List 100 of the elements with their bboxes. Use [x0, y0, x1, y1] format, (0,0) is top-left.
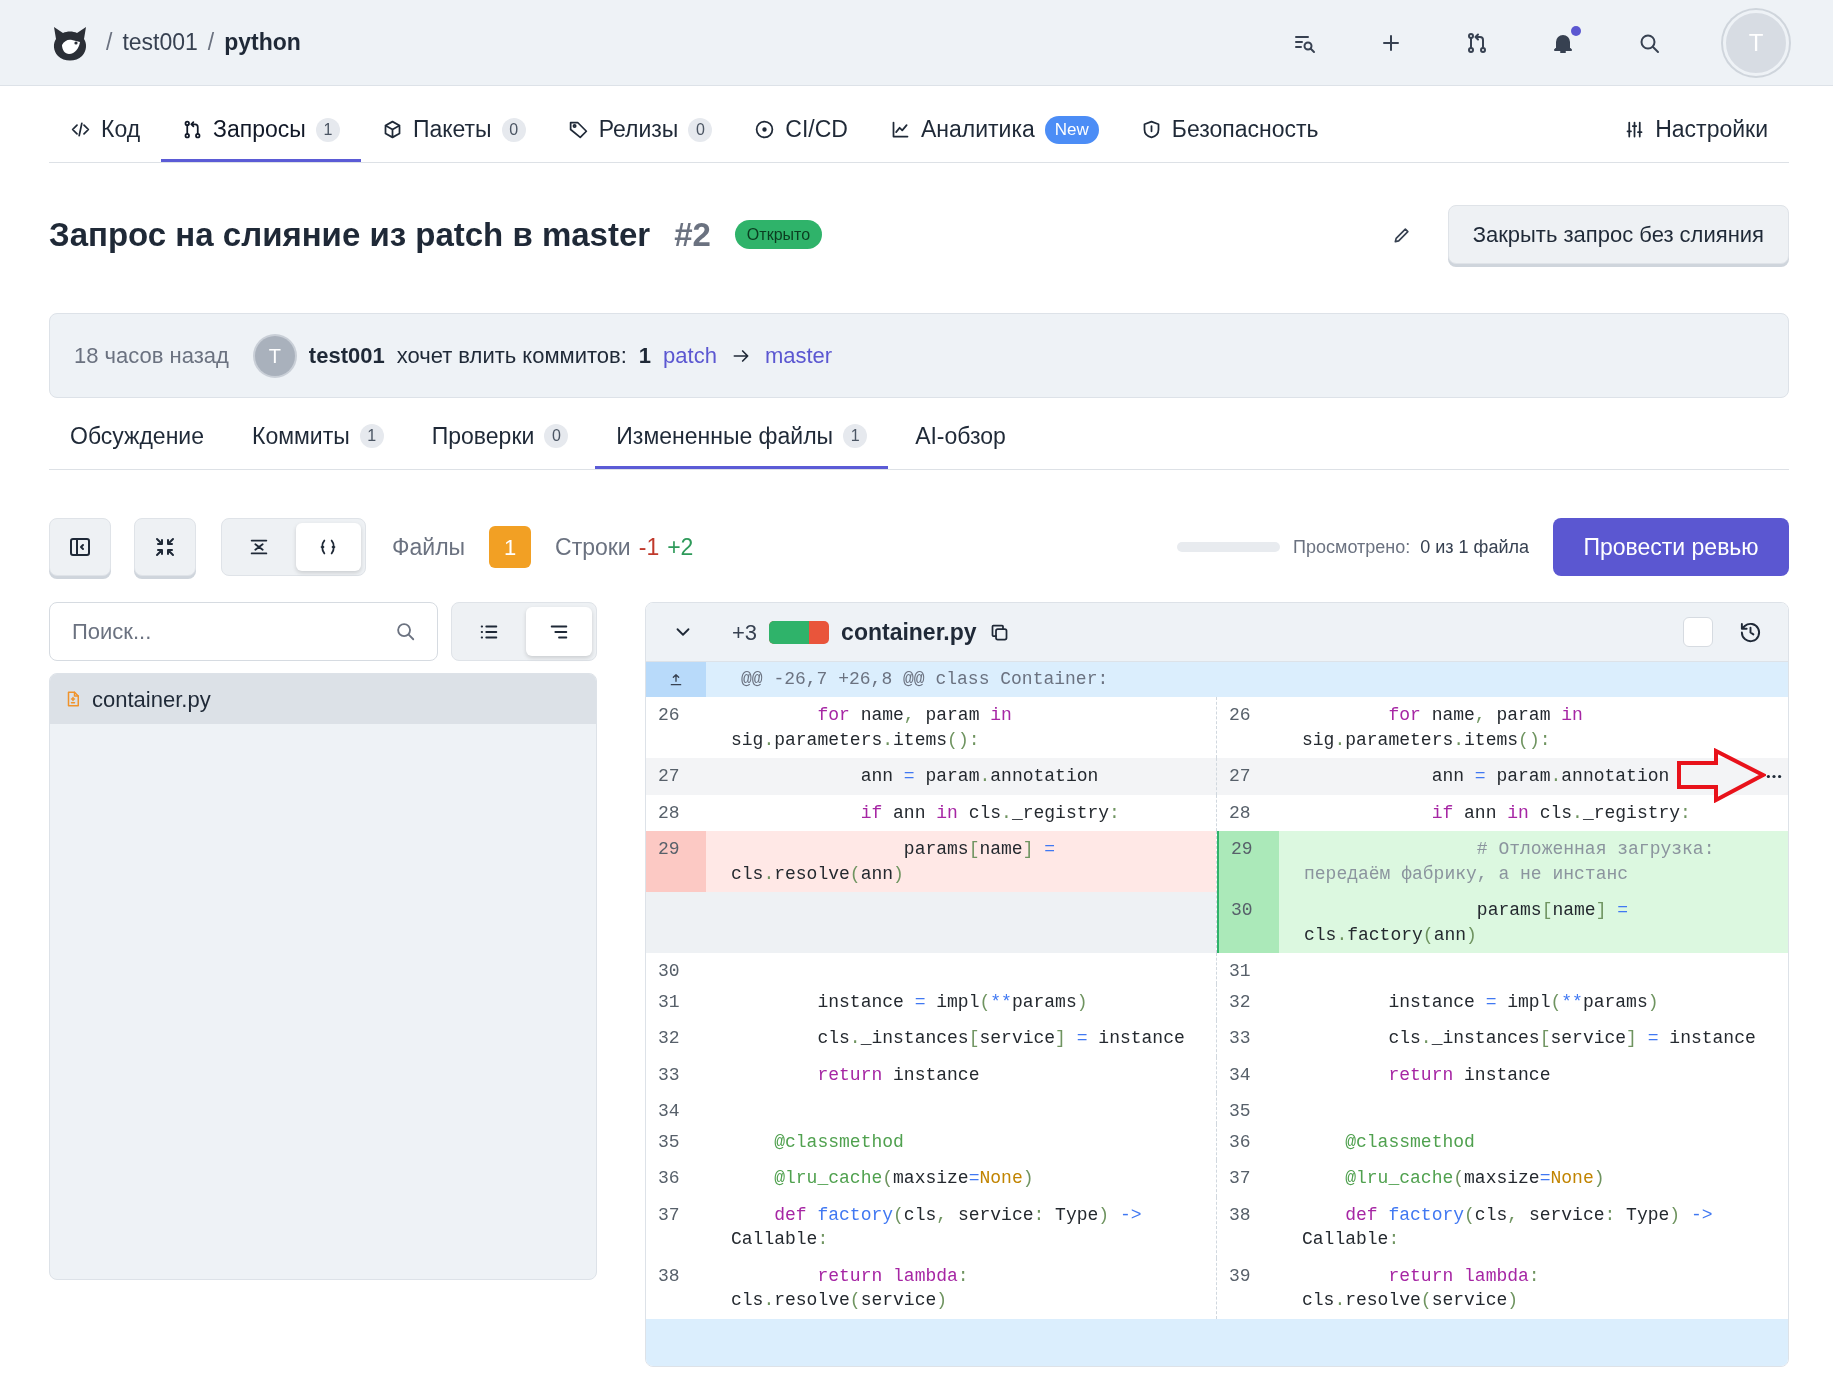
- viewed-value: 0 из 1 файла: [1420, 535, 1529, 559]
- sidebar-toggle-button[interactable]: [49, 518, 111, 576]
- code-line: return lambda: cls.resolve(service): [1302, 1264, 1541, 1312]
- line-number: 32: [658, 1028, 680, 1048]
- files-count: 1: [489, 526, 532, 568]
- tag-icon: [567, 119, 589, 140]
- request-tab[interactable]: Коммиты 1: [231, 406, 405, 469]
- owner-link[interactable]: test001: [122, 25, 198, 60]
- request-tab[interactable]: Измененные файлы 1: [595, 406, 889, 469]
- code-line: instance = impl(**params): [1387, 990, 1660, 1014]
- repo-tab[interactable]: Запросы 1: [161, 100, 361, 162]
- line-number: 31: [1229, 961, 1251, 981]
- line-number: 35: [1229, 1101, 1251, 1121]
- breadcrumb-separator: /: [207, 28, 215, 58]
- file-name: container.py: [841, 617, 977, 647]
- merge-description: хочет влить коммитов:: [396, 342, 627, 370]
- merge-icon[interactable]: [1465, 30, 1489, 55]
- lines-label: Строки: [555, 532, 631, 562]
- repo-link[interactable]: python: [224, 25, 301, 60]
- code-line: def factory(cls, service: Type) -> Callable:: [1302, 1203, 1714, 1251]
- code-line: for name, param in sig.parameters.items():: [731, 704, 1013, 752]
- code-line: params[name] = cls.factory(ann): [1304, 899, 1630, 947]
- code-line: @lru_cache(maxsize=None): [1344, 1167, 1606, 1190]
- repo-tab[interactable]: CI/CD: [733, 100, 869, 162]
- code-line: return instance: [816, 1063, 981, 1087]
- code-line: ann = param.annotation: [859, 765, 1100, 788]
- line-number: 37: [658, 1204, 680, 1225]
- line-number: 34: [1229, 1064, 1251, 1085]
- close-request-button[interactable]: Закрыть запрос без слияния: [1447, 205, 1789, 264]
- line-number: 28: [658, 802, 680, 823]
- line-number: 33: [1229, 1028, 1251, 1048]
- code-line: for name, param in sig.parameters.items():: [1302, 704, 1584, 752]
- viewed-label: Просмотрено:: [1293, 535, 1411, 559]
- line-number: 29: [658, 839, 680, 859]
- sidebar-icon: [68, 535, 92, 559]
- view-mode-button[interactable]: [526, 607, 592, 656]
- count-badge: 1: [843, 424, 868, 448]
- repo-tab[interactable]: Пакеты 0: [360, 100, 547, 162]
- collapse-icon: [153, 535, 177, 559]
- branch-link[interactable]: patch: [663, 339, 717, 372]
- count-badge: 0: [688, 117, 713, 142]
- more-icon: [1766, 773, 1783, 779]
- request-tab[interactable]: AI-обзор: [894, 406, 1027, 469]
- viewed-checkbox[interactable]: [1683, 617, 1713, 647]
- breadcrumb-separator: /: [106, 28, 113, 58]
- time-ago: 18 часов назад: [74, 342, 229, 370]
- repo-tab[interactable]: Релизы 0: [546, 100, 734, 162]
- expand-up-icon: [668, 671, 684, 688]
- line-number: 36: [658, 1168, 680, 1188]
- branch-link[interactable]: master: [764, 339, 833, 372]
- code-line: ann = param.annotation: [1430, 765, 1671, 788]
- code-line: @classmethod: [1344, 1130, 1476, 1154]
- search-icon: [394, 620, 416, 642]
- code-line: @lru_cache(maxsize=None): [773, 1167, 1035, 1190]
- repo-tab[interactable]: Аналитика New: [868, 100, 1120, 162]
- line-number: 30: [1231, 900, 1253, 920]
- files-label: Файлы: [392, 532, 466, 562]
- code-line: # Отложенная загрузка: передаём фабрику, а не инстанс: [1304, 838, 1716, 886]
- avatar: T: [254, 335, 295, 376]
- line-number: 33: [658, 1064, 680, 1085]
- page-title: Запрос на слияние из patch в master: [49, 214, 651, 255]
- request-number: #2: [674, 214, 711, 255]
- added-lines-count: +3: [732, 618, 758, 647]
- repo-tab[interactable]: Настройки: [1603, 100, 1789, 162]
- review-button[interactable]: Провести ревью: [1553, 518, 1789, 576]
- request-tab[interactable]: Обсуждение: [49, 406, 225, 469]
- code-line: @classmethod: [773, 1130, 905, 1154]
- request-tab[interactable]: Проверки 0: [410, 406, 590, 469]
- hunk-header: @@ -26,7 +26,8 @@ class Container:: [741, 668, 1109, 691]
- code-line: instance = impl(**params): [816, 990, 1089, 1014]
- line-number: 36: [1229, 1131, 1251, 1152]
- line-number: 27: [1229, 766, 1251, 786]
- repo-tab[interactable]: Код: [49, 100, 162, 162]
- line-number: 35: [658, 1131, 680, 1152]
- deleted-count: -1: [638, 532, 660, 562]
- count-badge: 0: [501, 117, 526, 142]
- line-number: 27: [658, 766, 680, 786]
- history-icon[interactable]: [1739, 620, 1762, 644]
- author-name[interactable]: test001: [308, 339, 385, 372]
- line-number: 26: [1229, 705, 1251, 725]
- code-line: cls._instances[service] = instance: [816, 1027, 1186, 1050]
- code-line: return instance: [1387, 1063, 1552, 1087]
- line-number: 30: [658, 961, 680, 981]
- search-field[interactable]: Поиск...: [49, 602, 438, 661]
- commit-count: 1: [638, 342, 652, 370]
- code-line: return lambda: cls.resolve(service): [731, 1264, 970, 1312]
- status-badge: Открыто: [734, 220, 823, 249]
- code-line: params[name] = cls.resolve(ann): [731, 838, 1057, 886]
- count-badge: 0: [544, 424, 569, 448]
- line-number: 39: [1229, 1265, 1251, 1286]
- line-number: 37: [1229, 1168, 1251, 1188]
- code-line: cls._instances[service] = instance: [1387, 1027, 1757, 1050]
- repo-tab[interactable]: Безопасность: [1119, 100, 1340, 162]
- code-line: if ann in cls._registry:: [859, 801, 1121, 825]
- circle-dot-icon: [754, 119, 776, 140]
- line-number: 32: [1229, 991, 1251, 1012]
- file-item[interactable]: container.py: [50, 674, 596, 724]
- line-number: 28: [1229, 802, 1251, 823]
- collapse-button[interactable]: [134, 518, 196, 576]
- code-line: if ann in cls._registry:: [1430, 801, 1692, 825]
